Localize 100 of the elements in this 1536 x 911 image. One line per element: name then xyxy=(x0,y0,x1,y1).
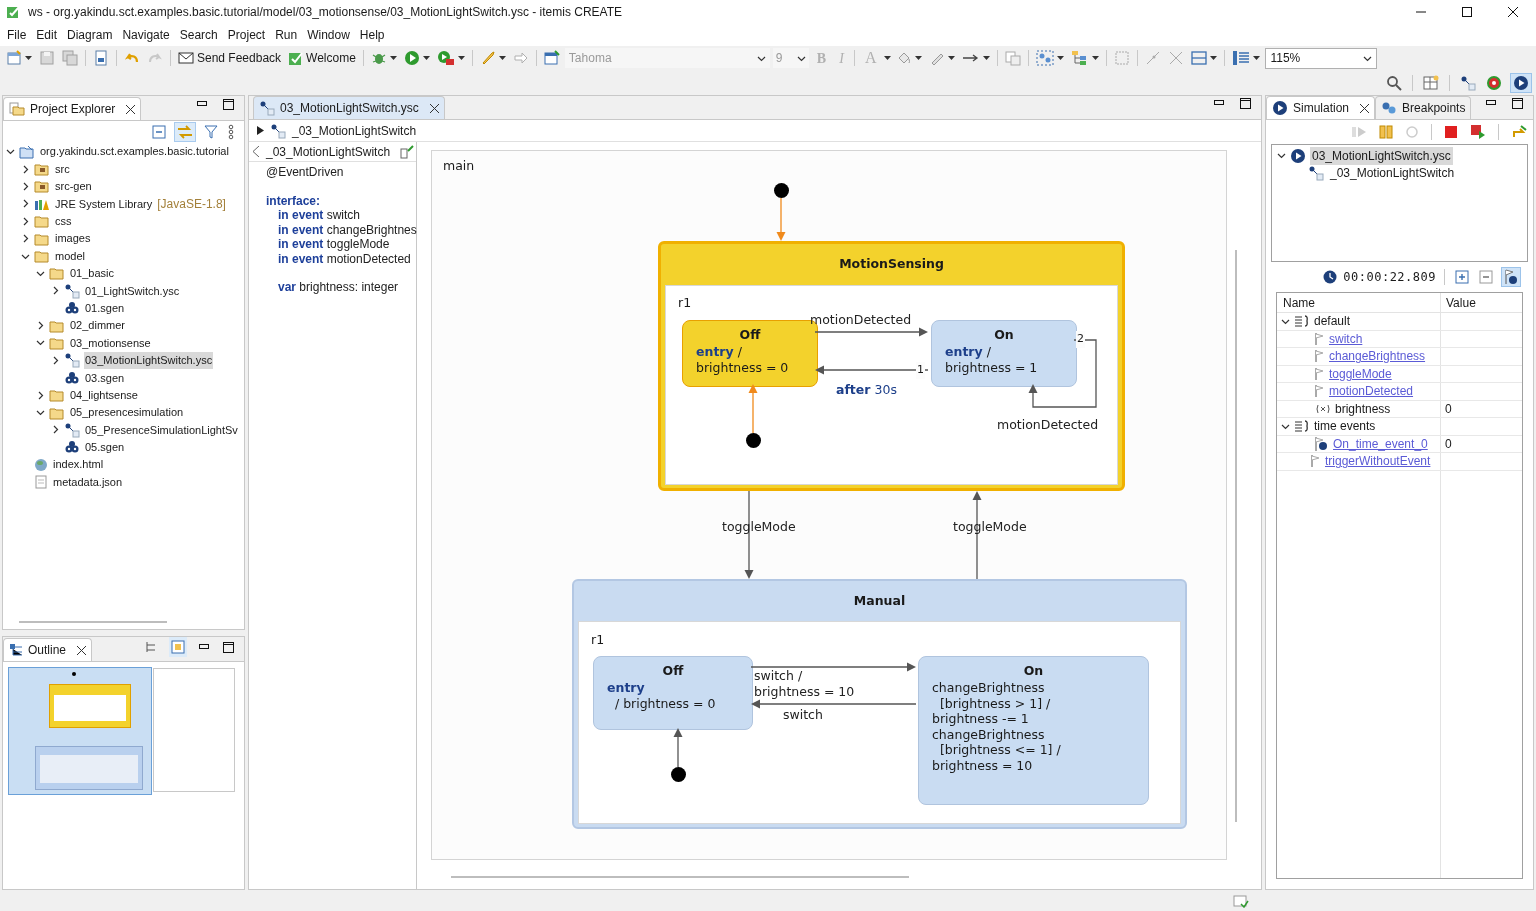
tree-item[interactable]: css xyxy=(54,213,73,230)
caret-icon xyxy=(948,55,956,61)
simulation-clock: 00:00:22.809 xyxy=(1343,269,1436,286)
session-item[interactable]: _03_MotionLightSwitch xyxy=(1328,163,1457,182)
flag-icon xyxy=(1311,455,1321,468)
panel-tab[interactable]: Outline xyxy=(3,638,93,661)
panel-tab[interactable]: 03_MotionLightSwitch.ysc xyxy=(253,96,445,119)
breadcrumb-item[interactable]: _03_MotionLightSwitch xyxy=(292,121,417,140)
state[interactable]: On changeBrightness [brightness > 1] / brightness -= 1 changeBrightness [brightness <= 1] / brightness = 10 xyxy=(918,656,1149,805)
close-icon xyxy=(126,104,136,114)
session-item[interactable]: 03_MotionLightSwitch.ysc xyxy=(1310,146,1453,165)
column-header[interactable]: Value xyxy=(1441,293,1476,312)
tree-item[interactable]: 01_LightSwitch.ysc xyxy=(84,282,181,300)
time-events-button[interactable] xyxy=(1501,267,1521,287)
tree-item[interactable]: src xyxy=(54,160,71,178)
statechart-node-icon xyxy=(1308,164,1324,181)
tree-item[interactable]: 03_motionsense xyxy=(69,334,152,352)
variable-value: 0 xyxy=(1444,400,1452,418)
region-label: r1 xyxy=(591,631,605,649)
maximize-icon xyxy=(223,641,234,653)
minimize-icon xyxy=(1214,100,1224,106)
event-link[interactable]: changeBrightness xyxy=(1329,347,1426,366)
copy-format-icon xyxy=(1005,50,1022,66)
tree-item[interactable]: src-gen xyxy=(54,178,93,195)
transition-label: after 30s xyxy=(836,382,897,398)
folder-icon xyxy=(34,249,50,264)
diagram-thumbnail-drawing[interactable] xyxy=(8,667,152,795)
panel-tab[interactable]: Breakpoints xyxy=(1375,96,1472,119)
caret-icon xyxy=(1210,55,1218,61)
menu-item[interactable]: File xyxy=(2,26,32,44)
outline-button[interactable] xyxy=(1230,48,1263,68)
tree-item[interactable]: model xyxy=(54,247,86,265)
caret-icon xyxy=(498,55,506,61)
state[interactable]: On entry / brightness = 1 xyxy=(931,320,1077,387)
overview-button[interactable] xyxy=(169,637,187,657)
split-button[interactable] xyxy=(1189,48,1220,68)
tree-item[interactable]: 02_dimmer xyxy=(69,317,127,334)
event-link[interactable]: motionDetected xyxy=(1329,382,1414,401)
scroll-bar[interactable] xyxy=(451,876,909,878)
tree-item[interactable]: 05_presencesimulation xyxy=(69,404,185,421)
tree-item[interactable]: 03.sgen xyxy=(84,369,126,386)
menu-item[interactable]: Run xyxy=(270,26,303,44)
tree-item[interactable]: index.html xyxy=(52,456,105,473)
maximize-icon xyxy=(1240,97,1251,109)
state-action: [brightness > 1] / xyxy=(938,695,1052,711)
menu-item[interactable]: Edit xyxy=(31,26,63,44)
zoom-combo[interactable]: 115% xyxy=(1265,47,1378,69)
clock-icon xyxy=(1323,270,1338,284)
menu-item[interactable]: Window xyxy=(302,26,355,44)
overview-icon xyxy=(171,640,185,654)
gears-icon xyxy=(64,370,80,385)
expand-all-button[interactable] xyxy=(1453,267,1471,287)
list-icon xyxy=(1232,50,1251,66)
tree-item[interactable]: 05.sgen xyxy=(84,439,126,456)
menu-item[interactable]: Help xyxy=(354,26,390,44)
simulation-perspective-button[interactable] xyxy=(1510,72,1532,93)
collapse-all-button[interactable] xyxy=(1477,267,1495,287)
menu-item[interactable]: Diagram xyxy=(62,26,118,44)
menu-item[interactable]: Project xyxy=(222,26,271,44)
state[interactable]: Off entry / brightness = 0 xyxy=(593,656,753,730)
column-header[interactable]: Name xyxy=(1277,293,1441,312)
state-action: / brightness = 0 xyxy=(613,695,716,711)
tree-item[interactable]: org.yakindu.sct.examples.basic.tutorial xyxy=(39,143,230,160)
new-window-button[interactable] xyxy=(541,48,562,68)
statechart-node-icon xyxy=(259,100,275,116)
panel-tab[interactable]: Simulation xyxy=(1266,96,1376,119)
code-line: in event changeBrightnes xyxy=(277,222,416,237)
event-link[interactable]: switch xyxy=(1329,329,1363,348)
event-link[interactable]: On_time_event_0 xyxy=(1333,434,1428,453)
tree-item[interactable]: images xyxy=(54,230,92,247)
stop-play-icon xyxy=(1470,124,1486,140)
tree-item[interactable]: 04_lightsense xyxy=(69,386,139,404)
state-action: brightness = 0 xyxy=(696,359,789,375)
pause-button[interactable] xyxy=(1377,122,1395,142)
tree-item[interactable]: 01_basic xyxy=(69,265,116,282)
menu-item[interactable]: Search xyxy=(174,26,223,44)
scroll-bar[interactable] xyxy=(1235,250,1237,822)
play-icon xyxy=(403,50,420,66)
menu-item[interactable]: Navigate xyxy=(117,26,175,44)
tree-item[interactable]: metadata.json xyxy=(52,473,124,491)
send-feedback-button[interactable]: Send Feedback xyxy=(176,48,284,68)
welcome-button[interactable]: Welcome xyxy=(286,48,358,68)
event-link[interactable]: toggleMode xyxy=(1329,364,1392,383)
panel-tab[interactable]: Project Explorer xyxy=(3,97,142,120)
select-button[interactable] xyxy=(1034,48,1067,68)
filter-button[interactable] xyxy=(202,122,220,142)
initial-state[interactable] xyxy=(773,182,789,198)
event-link[interactable]: triggerWithoutEvent xyxy=(1325,452,1431,471)
statechart-node-icon xyxy=(1460,74,1476,91)
flag-icon xyxy=(1315,385,1325,398)
view-menu-button[interactable] xyxy=(226,122,236,142)
play-circle-icon xyxy=(1290,147,1306,164)
new-button[interactable] xyxy=(4,48,34,68)
tree-item[interactable]: JRE System Library xyxy=(54,195,154,213)
arrange-button[interactable] xyxy=(1069,48,1102,68)
scroll-bar[interactable] xyxy=(19,621,167,623)
collapse-all-button[interactable] xyxy=(150,122,168,142)
tree-item[interactable]: 03_MotionLightSwitch.ysc xyxy=(84,352,214,369)
tree-item[interactable]: 01.sgen xyxy=(84,299,126,317)
tree-item[interactable]: 05_PresenceSimulationLightSv xyxy=(84,421,239,439)
